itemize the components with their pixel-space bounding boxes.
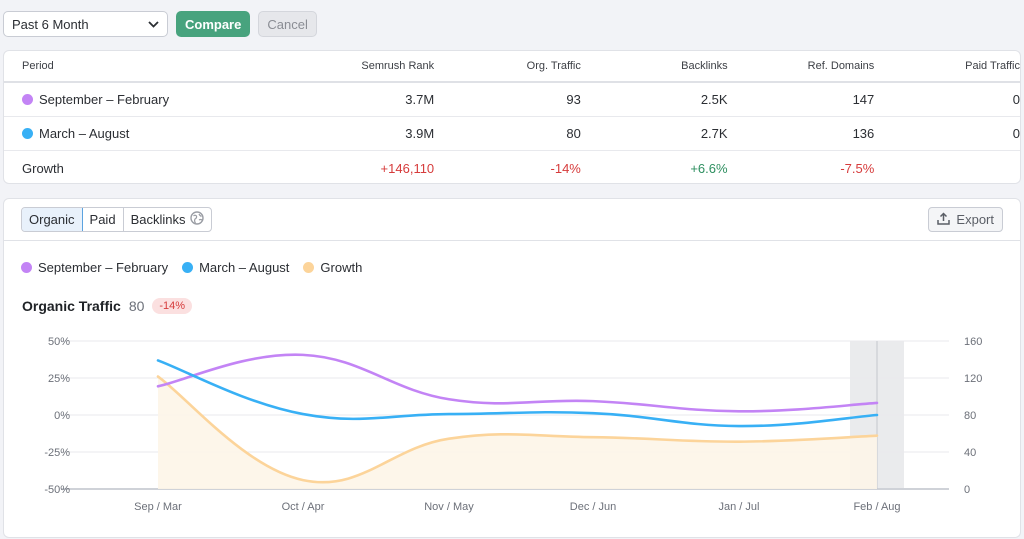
cell-paid-traffic: 0 [874, 126, 1020, 141]
cell-org-traffic: 93 [434, 92, 581, 107]
y-right-tick: 80 [964, 410, 976, 422]
growth-org-traffic: -14% [434, 161, 581, 176]
series-growth-area [158, 377, 877, 489]
cell-paid-traffic: 0 [874, 92, 1020, 107]
header-paid-traffic: Paid Traffic [874, 60, 1020, 72]
y-left-tick: 0% [54, 410, 70, 422]
header-org-traffic: Org. Traffic [434, 60, 581, 72]
x-tick: Feb / Aug [853, 501, 900, 513]
cancel-button[interactable]: Cancel [258, 11, 316, 37]
y-left-tick: 25% [48, 373, 70, 385]
chevron-down-icon [147, 18, 159, 30]
x-tick: Jan / Jul [719, 501, 760, 513]
y-right-tick: 0 [964, 484, 970, 496]
series-period2-line [158, 360, 877, 426]
row-label: Growth [22, 161, 301, 176]
growth-backlinks: +6.6% [581, 161, 728, 176]
row-label: March – August [39, 126, 129, 141]
growth-semrush-rank: +146,110 [301, 161, 434, 176]
x-tick: Oct / Apr [282, 501, 325, 513]
y-left-tick: -25% [44, 447, 70, 459]
chart-panel: Organic Paid Backlinks Export September … [3, 198, 1021, 538]
table-row: September – February 3.7M 93 2.5K 147 0 [4, 83, 1020, 117]
period-select[interactable]: Past 6 Month [3, 11, 168, 37]
y-right-tick: 160 [964, 336, 982, 348]
y-left-tick: 50% [48, 336, 70, 348]
cell-ref-domains: 136 [728, 126, 875, 141]
cell-backlinks: 2.5K [581, 92, 728, 107]
cell-backlinks: 2.7K [581, 126, 728, 141]
cell-org-traffic: 80 [434, 126, 581, 141]
growth-ref-domains: -7.5% [728, 161, 875, 176]
period-select-value: Past 6 Month [12, 17, 89, 32]
header-period: Period [22, 60, 301, 72]
table-row: March – August 3.9M 80 2.7K 136 0 [4, 117, 1020, 151]
x-tick: Nov / May [424, 501, 474, 513]
period1-dot-icon [22, 94, 33, 105]
y-right-tick: 120 [964, 373, 982, 385]
header-ref-domains: Ref. Domains [728, 60, 875, 72]
cell-semrush-rank: 3.9M [301, 126, 434, 141]
comparison-table: Period Semrush Rank Org. Traffic Backlin… [3, 50, 1021, 184]
table-header: Period Semrush Rank Org. Traffic Backlin… [4, 51, 1020, 83]
x-tick: Dec / Jun [570, 501, 616, 513]
row-label: September – February [39, 92, 169, 107]
y-right-tick: 40 [964, 447, 976, 459]
y-left-tick: -50% [44, 484, 70, 496]
compare-button[interactable]: Compare [176, 11, 250, 37]
period2-dot-icon [22, 128, 33, 139]
header-semrush-rank: Semrush Rank [301, 60, 434, 72]
x-tick: Sep / Mar [134, 501, 182, 513]
cell-ref-domains: 147 [728, 92, 875, 107]
series-period1-line [158, 355, 877, 412]
header-backlinks: Backlinks [581, 60, 728, 72]
traffic-chart: 50% 160 25% 120 0% 80 -25% 40 -50% 0 Sep / Mar Oct … [4, 199, 1022, 539]
toolbar: Past 6 Month Compare Cancel [3, 11, 317, 37]
cell-semrush-rank: 3.7M [301, 92, 434, 107]
table-row-growth: Growth +146,110 -14% +6.6% -7.5% [4, 151, 1020, 185]
